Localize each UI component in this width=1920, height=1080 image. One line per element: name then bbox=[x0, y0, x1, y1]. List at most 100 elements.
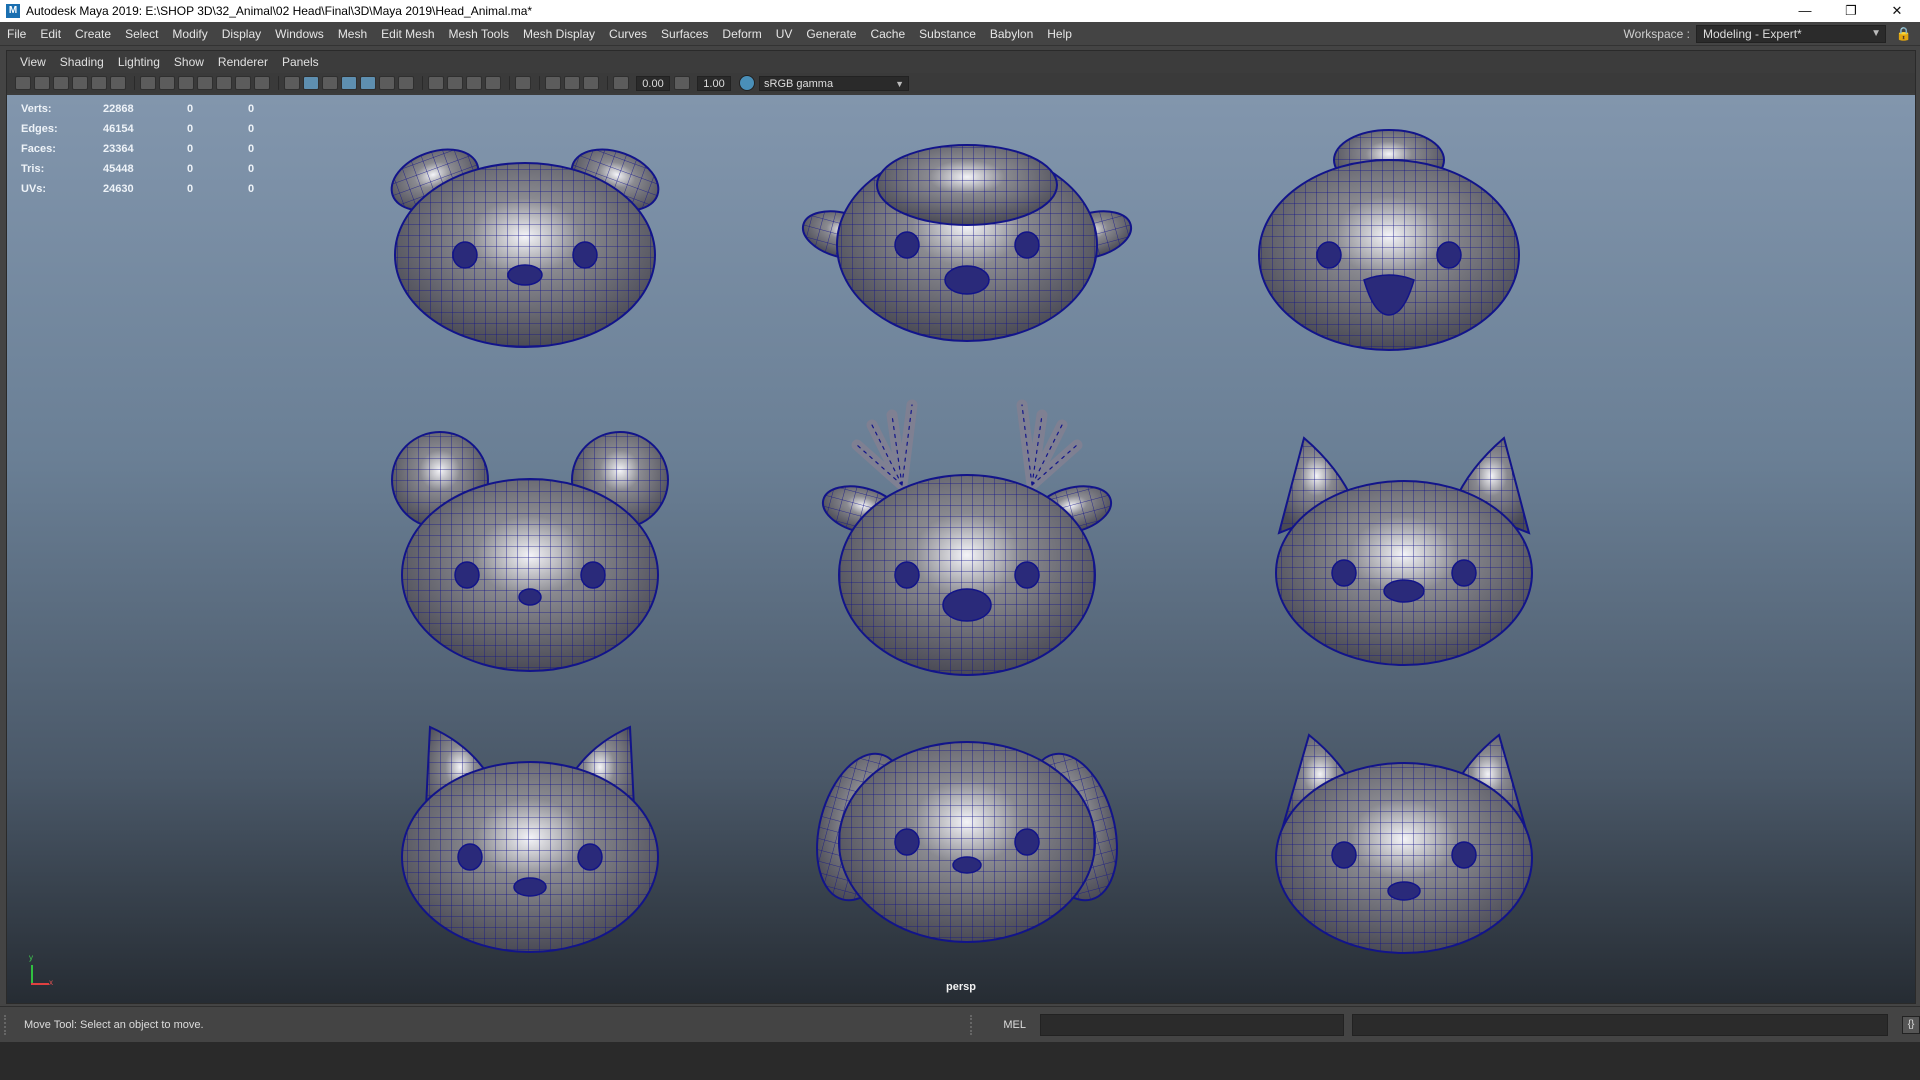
toolbar-separator bbox=[539, 76, 540, 90]
deer-head-mesh[interactable] bbox=[807, 395, 1127, 685]
wireframe-icon[interactable] bbox=[284, 76, 300, 90]
bookmark-icon[interactable] bbox=[53, 76, 69, 90]
fox-head-wireframe bbox=[401, 725, 659, 953]
xray-joints-icon[interactable] bbox=[583, 76, 599, 90]
smooth-shade-icon[interactable] bbox=[303, 76, 319, 90]
motion-blur-icon[interactable] bbox=[447, 76, 463, 90]
bear-head-mesh[interactable] bbox=[385, 425, 675, 675]
exposure-icon[interactable] bbox=[613, 76, 629, 90]
maya-window: M Autodesk Maya 2019: E:\SHOP 3D\32_Anim… bbox=[0, 0, 1920, 1080]
puppy-head-mesh[interactable] bbox=[807, 717, 1127, 957]
menu-babylon[interactable]: Babylon bbox=[983, 22, 1040, 46]
command-input[interactable] bbox=[1039, 1013, 1344, 1036]
workspace-label: Workspace : bbox=[1623, 26, 1690, 41]
command-line-bar: Move Tool: Select an object to move. MEL… bbox=[0, 1006, 1920, 1042]
bear-head-wireframe bbox=[391, 431, 669, 672]
menu-edit-mesh[interactable]: Edit Mesh bbox=[374, 22, 441, 46]
menu-curves[interactable]: Curves bbox=[602, 22, 654, 46]
menu-create[interactable]: Create bbox=[68, 22, 118, 46]
film-gate-icon[interactable] bbox=[159, 76, 175, 90]
camera-name-label: persp bbox=[946, 981, 976, 993]
menu-mesh-tools[interactable]: Mesh Tools bbox=[442, 22, 516, 46]
menu-surfaces[interactable]: Surfaces bbox=[654, 22, 715, 46]
menu-modify[interactable]: Modify bbox=[165, 22, 214, 46]
menu-substance[interactable]: Substance bbox=[912, 22, 983, 46]
hud-label: UVs: bbox=[21, 183, 47, 195]
menu-generate[interactable]: Generate bbox=[799, 22, 863, 46]
menu-uv[interactable]: UV bbox=[769, 22, 800, 46]
close-button[interactable]: ✕ bbox=[1874, 0, 1920, 22]
workspace-select[interactable]: Modeling - Expert* ▼ bbox=[1696, 24, 1886, 43]
panel-menu-show[interactable]: Show bbox=[167, 51, 211, 73]
bottom-strip bbox=[0, 1042, 1920, 1080]
command-language-button[interactable]: MEL bbox=[992, 1019, 1038, 1031]
wireframe-on-shaded-icon[interactable] bbox=[341, 76, 357, 90]
exposure-field[interactable]: 0.00 bbox=[636, 75, 670, 91]
menu-cache[interactable]: Cache bbox=[863, 22, 912, 46]
menu-file[interactable]: File bbox=[0, 22, 33, 46]
xray-icon[interactable] bbox=[545, 76, 561, 90]
grid-icon[interactable] bbox=[140, 76, 156, 90]
chevron-down-icon: ▼ bbox=[1871, 27, 1881, 39]
ambient-occlusion-icon[interactable] bbox=[428, 76, 444, 90]
safe-title-icon[interactable] bbox=[254, 76, 270, 90]
field-chart-icon[interactable] bbox=[216, 76, 232, 90]
kitten-head-mesh[interactable] bbox=[1259, 723, 1549, 963]
cat-head-mesh[interactable] bbox=[1259, 413, 1549, 673]
textured-icon[interactable] bbox=[360, 76, 376, 90]
safe-action-icon[interactable] bbox=[235, 76, 251, 90]
panel-menu-shading[interactable]: Shading bbox=[53, 51, 111, 73]
panel-menu-view[interactable]: View bbox=[13, 51, 53, 73]
grease-pencil-icon[interactable] bbox=[110, 76, 126, 90]
lights-icon[interactable] bbox=[379, 76, 395, 90]
lock-icon[interactable]: 🔒 bbox=[1894, 26, 1914, 42]
hud-value-selected: 0 bbox=[186, 123, 194, 135]
panel-menu-renderer[interactable]: Renderer bbox=[211, 51, 275, 73]
chick-head-mesh[interactable] bbox=[1239, 115, 1539, 355]
minimize-button[interactable]: — bbox=[1782, 0, 1828, 22]
menu-mesh-display[interactable]: Mesh Display bbox=[516, 22, 602, 46]
depth-of-field-icon[interactable] bbox=[485, 76, 501, 90]
gamma-field[interactable]: 1.00 bbox=[697, 75, 731, 91]
hud-row: Faces: 23364 0 0 bbox=[21, 139, 281, 159]
resolution-gate-icon[interactable] bbox=[178, 76, 194, 90]
panel-menu-bar: View Shading Lighting Show Renderer Pane… bbox=[7, 51, 1915, 73]
drag-handle[interactable] bbox=[969, 1014, 978, 1035]
default-material-icon[interactable] bbox=[322, 76, 338, 90]
axis-y-label: y bbox=[29, 953, 33, 962]
3d-viewport[interactable]: Verts: 22868 0 0 Edges: 46154 0 0 Faces: 23364 0 0 T… bbox=[7, 95, 1915, 1003]
menu-edit[interactable]: Edit bbox=[33, 22, 68, 46]
camera-attributes-icon[interactable] bbox=[34, 76, 50, 90]
hud-value-component: 0 bbox=[247, 143, 255, 155]
panel-menu-panels[interactable]: Panels bbox=[275, 51, 326, 73]
menu-help[interactable]: Help bbox=[1040, 22, 1079, 46]
color-management-icon[interactable] bbox=[739, 75, 755, 91]
toolbar-separator bbox=[134, 76, 135, 90]
viewport-panel: View Shading Lighting Show Renderer Pane… bbox=[6, 50, 1916, 1004]
2d-pan-zoom-icon[interactable] bbox=[91, 76, 107, 90]
hud-row: Edges: 46154 0 0 bbox=[21, 119, 281, 139]
xray-active-icon[interactable] bbox=[564, 76, 580, 90]
menu-deform[interactable]: Deform bbox=[715, 22, 768, 46]
toolbar-separator bbox=[607, 76, 608, 90]
dog-head-mesh[interactable] bbox=[375, 125, 675, 355]
drag-handle[interactable] bbox=[4, 1014, 12, 1035]
gate-mask-icon[interactable] bbox=[197, 76, 213, 90]
menu-mesh[interactable]: Mesh bbox=[331, 22, 374, 46]
anti-aliasing-icon[interactable] bbox=[466, 76, 482, 90]
view-transform-select[interactable]: sRGB gamma ▼ bbox=[759, 75, 909, 91]
image-plane-icon[interactable] bbox=[72, 76, 88, 90]
isolate-select-icon[interactable] bbox=[515, 76, 531, 90]
menu-select[interactable]: Select bbox=[118, 22, 165, 46]
panel-menu-lighting[interactable]: Lighting bbox=[111, 51, 167, 73]
menu-windows[interactable]: Windows bbox=[268, 22, 331, 46]
menu-display[interactable]: Display bbox=[215, 22, 268, 46]
fox-head-mesh[interactable] bbox=[385, 707, 675, 957]
hud-value-total: 22868 bbox=[103, 103, 134, 115]
script-editor-icon[interactable]: {} bbox=[1902, 1015, 1920, 1034]
restore-button[interactable]: ❐ bbox=[1828, 0, 1874, 22]
sheep-head-mesh[interactable] bbox=[797, 125, 1137, 355]
shadows-icon[interactable] bbox=[398, 76, 414, 90]
camera-icon[interactable] bbox=[15, 76, 31, 90]
gamma-icon[interactable] bbox=[674, 76, 690, 90]
